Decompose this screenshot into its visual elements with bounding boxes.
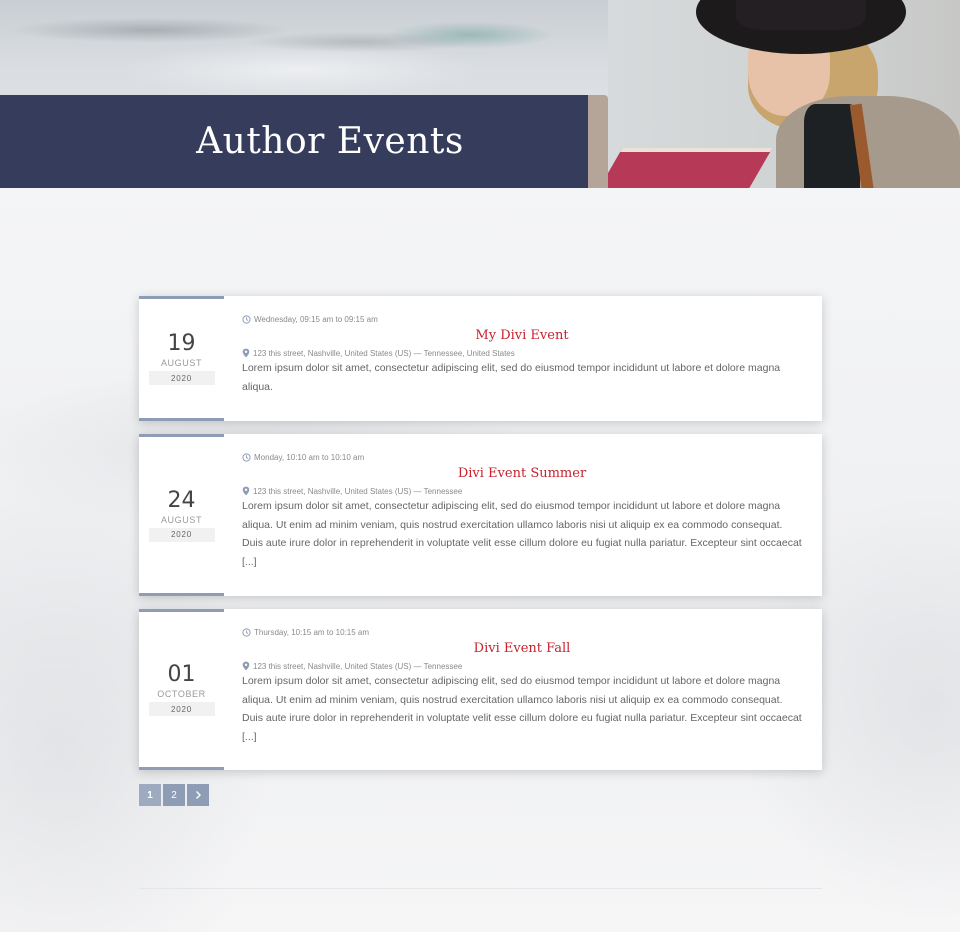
page-2-button[interactable]: 2 [163,784,185,806]
hero-photo-reader [608,0,960,188]
map-pin-icon [242,486,250,496]
event-date: 01 OCTOBER 2020 [139,609,224,770]
clock-icon [242,453,251,462]
event-card: 24 AUGUST 2020 Monday, 10:10 am to 10:10… [139,434,822,596]
event-date-year: 2020 [148,527,215,542]
map-pin-icon [242,661,250,671]
event-date-day: 19 [167,331,196,356]
event-time-text: Wednesday, 09:15 am to 09:15 am [254,315,378,324]
chevron-right-icon [196,791,201,799]
event-content: Wednesday, 09:15 am to 09:15 am My Divi … [242,296,802,396]
event-time-text: Monday, 10:10 am to 10:10 am [254,453,365,462]
clock-icon [242,628,251,637]
event-location-text: 123 this street, Nashville, United State… [253,661,463,671]
event-description: Lorem ipsum dolor sit amet, consectetur … [242,500,802,568]
map-pin-icon [242,348,250,358]
event-location-text: 123 this street, Nashville, United State… [253,486,463,496]
pagination: 1 2 [139,784,209,806]
page-1-button[interactable]: 1 [139,784,161,806]
event-card: 19 AUGUST 2020 Wednesday, 09:15 am to 09… [139,296,822,421]
event-location: 123 this street, Nashville, United State… [242,661,802,671]
event-title-link[interactable]: My Divi Event [242,328,802,343]
event-date: 19 AUGUST 2020 [139,296,224,421]
clock-icon [242,315,251,324]
event-title-link[interactable]: Divi Event Fall [242,641,802,656]
next-page-button[interactable] [187,784,209,806]
event-date-month: AUGUST [160,514,203,525]
event-date-month: OCTOBER [157,689,206,699]
event-description: Lorem ipsum dolor sit amet, consectetur … [242,675,802,743]
event-date-day: 24 [167,487,196,513]
event-location: 123 this street, Nashville, United State… [242,486,802,496]
event-content: Monday, 10:10 am to 10:10 am Divi Event … [242,434,802,571]
event-title-link[interactable]: Divi Event Summer [242,466,802,481]
event-description: Lorem ipsum dolor sit amet, consectetur … [242,362,781,393]
event-location: 123 this street, Nashville, United State… [242,348,802,358]
event-date: 24 AUGUST 2020 [139,434,224,596]
page-title: Author Events [196,121,464,162]
footer-divider [139,888,822,889]
event-time: Monday, 10:10 am to 10:10 am [242,453,802,462]
event-location-text: 123 this street, Nashville, United State… [253,348,515,358]
event-date-year: 2020 [148,702,215,716]
event-date-year: 2020 [148,371,215,385]
event-content: Thursday, 10:15 am to 10:15 am Divi Even… [242,609,802,746]
event-date-month: AUGUST [160,358,203,368]
event-time: Thursday, 10:15 am to 10:15 am [242,628,802,637]
event-time: Wednesday, 09:15 am to 09:15 am [242,315,802,324]
event-date-day: 01 [167,662,196,687]
event-time-text: Thursday, 10:15 am to 10:15 am [254,628,370,637]
event-card: 01 OCTOBER 2020 Thursday, 10:15 am to 10… [139,609,822,770]
